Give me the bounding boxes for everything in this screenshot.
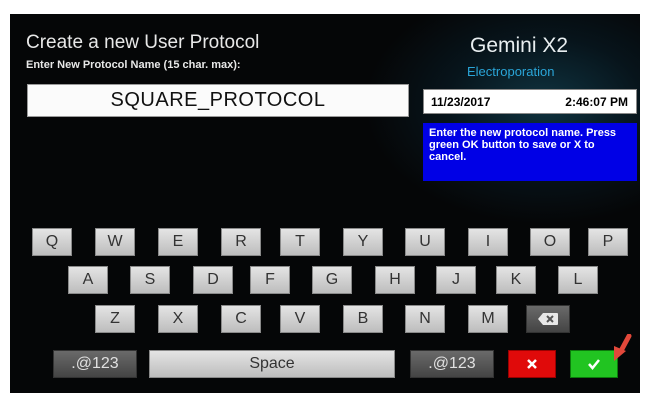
key-k[interactable]: K [496,266,536,294]
key-e[interactable]: E [158,228,198,256]
key-b[interactable]: B [343,305,383,333]
backspace-button[interactable] [526,305,570,333]
datetime-display: 11/23/2017 2:46:07 PM [423,89,637,114]
key-r[interactable]: R [221,228,261,256]
backspace-icon [538,313,558,325]
key-c[interactable]: C [221,305,261,333]
date-display: 11/23/2017 [431,95,491,109]
close-icon [527,359,537,369]
key-t[interactable]: T [280,228,320,256]
input-instruction: Enter New Protocol Name (15 char. max): [26,59,241,71]
key-s[interactable]: S [130,266,170,294]
key-j[interactable]: J [436,266,476,294]
key-m[interactable]: M [468,305,508,333]
key-z[interactable]: Z [95,305,135,333]
symbols-key-right[interactable]: .@123 [410,350,494,378]
checkmark-icon [588,359,600,370]
brand-subtitle: Electroporation [467,64,555,79]
time-display: 2:46:07 PM [565,95,628,109]
key-y[interactable]: Y [343,228,383,256]
space-key[interactable]: Space [149,350,395,378]
key-h[interactable]: H [375,266,415,294]
key-o[interactable]: O [530,228,570,256]
key-u[interactable]: U [405,228,445,256]
help-message: Enter the new protocol name. Press green… [423,123,637,181]
key-v[interactable]: V [280,305,320,333]
key-i[interactable]: I [468,228,508,256]
pointer-arrow-icon [614,334,632,361]
cancel-button[interactable] [508,350,556,378]
brand-name: Gemini X2 [470,34,569,57]
key-q[interactable]: Q [32,228,72,256]
key-l[interactable]: L [558,266,598,294]
key-g[interactable]: G [312,266,352,294]
key-p[interactable]: P [588,228,628,256]
key-w[interactable]: W [95,228,135,256]
device-screen: Create a new User Protocol Enter New Pro… [10,14,640,393]
key-f[interactable]: F [250,266,290,294]
symbols-key-left[interactable]: .@123 [53,350,137,378]
key-x[interactable]: X [158,305,198,333]
key-d[interactable]: D [193,266,233,294]
protocol-name-input[interactable]: SQUARE_PROTOCOL [27,84,409,117]
key-a[interactable]: A [68,266,108,294]
key-n[interactable]: N [405,305,445,333]
page-title: Create a new User Protocol [26,32,260,53]
